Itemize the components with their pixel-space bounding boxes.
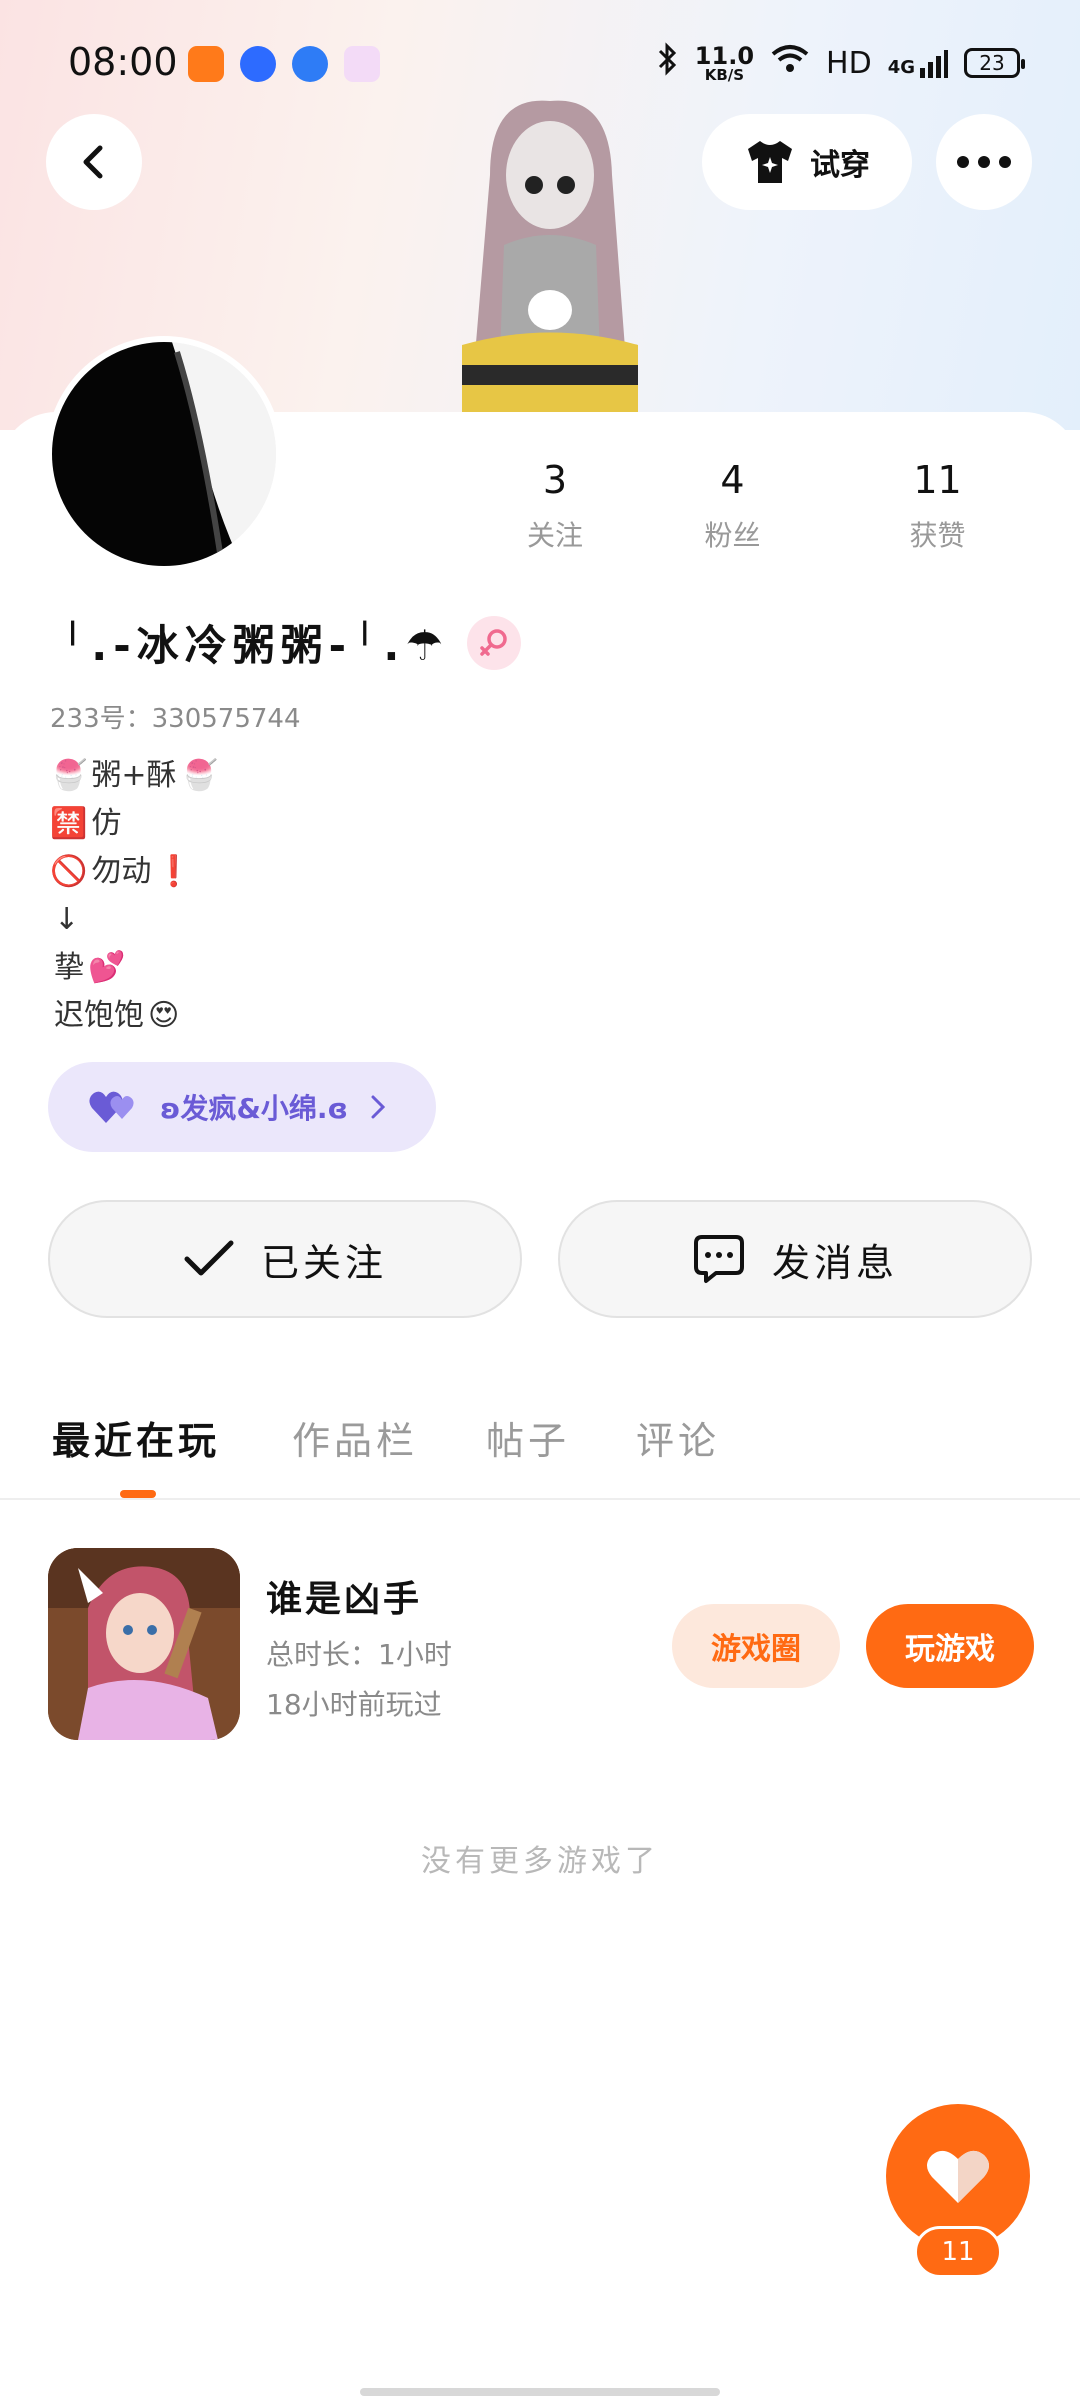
bio-line: 挚 💕 xyxy=(54,950,126,985)
double-heart-icon xyxy=(89,1091,134,1123)
chat-bubble-icon xyxy=(693,1235,744,1283)
tab-recently-played[interactable]: 最近在玩 xyxy=(52,1410,220,1465)
more-options-button[interactable] xyxy=(936,114,1032,210)
try-on-label: 试穿 xyxy=(810,148,870,183)
game-title: 谁是凶手 xyxy=(266,1579,423,1620)
try-on-button[interactable]: 试穿 xyxy=(702,114,912,210)
bio-line: 🚫 勿动 ❗ xyxy=(50,854,193,889)
like-count-badge: 11 xyxy=(914,2226,1002,2278)
bio-line: 🈲 仿 xyxy=(50,806,122,841)
profile-bio: 🍧 粥+酥 🍧 🈲 仿 🚫 勿动 ❗ ↓ 挚 💕 迟饱饱 😍 xyxy=(50,752,218,1040)
play-game-button[interactable]: 玩游戏 xyxy=(866,1604,1034,1688)
bio-line: 🍧 粥+酥 🍧 xyxy=(50,758,218,793)
stat-followers[interactable]: 4 粉丝 xyxy=(630,458,835,554)
status-right-group: 11.0 KB/S HD 4G 23 xyxy=(657,41,1025,84)
profile-tabs: 最近在玩 作品栏 帖子 评论 xyxy=(0,1400,1080,1500)
send-message-button[interactable]: 发消息 xyxy=(558,1200,1032,1318)
home-indicator[interactable] xyxy=(360,2388,720,2396)
profile-stats: 3 关注 4 粉丝 11 获赞 xyxy=(480,458,1040,554)
app-notification-icon xyxy=(188,46,224,82)
signal-icon: 4G xyxy=(888,48,948,78)
female-gender-icon xyxy=(467,615,521,670)
chevron-left-icon xyxy=(83,145,103,179)
avatar[interactable] xyxy=(46,336,282,572)
heart-icon xyxy=(927,2150,989,2203)
bluetooth-icon xyxy=(657,42,679,84)
tab-posts[interactable]: 帖子 xyxy=(486,1410,570,1465)
game-circle-button[interactable]: 游戏圈 xyxy=(672,1604,840,1688)
more-dots-icon xyxy=(957,156,1011,168)
back-button[interactable] xyxy=(46,114,142,210)
relationship-badge[interactable]: ʚ发疯&小绵.ɞ xyxy=(48,1062,436,1152)
game-icon[interactable] xyxy=(48,1548,240,1740)
stat-likes[interactable]: 11 获赞 xyxy=(835,458,1040,554)
profile-name-row: ╵.-冰冷粥粥-╵.☂ xyxy=(60,612,521,673)
chat-notification-icon xyxy=(344,46,380,82)
tab-works[interactable]: 作品栏 xyxy=(292,1410,418,1465)
tab-comments[interactable]: 评论 xyxy=(636,1410,720,1465)
wifi-icon xyxy=(770,44,810,82)
relationship-badge-label: ʚ发疯&小绵.ɞ xyxy=(160,1092,349,1125)
game-total-duration: 总时长：1小时 xyxy=(266,1638,452,1671)
profile-name: ╵.-冰冷粥粥-╵.☂ xyxy=(60,621,449,670)
hd-label: HD xyxy=(826,45,872,81)
status-time: 08:00 xyxy=(68,40,178,84)
tshirt-icon xyxy=(748,141,792,183)
game-last-played: 18小时前玩过 xyxy=(266,1688,442,1721)
followed-button[interactable]: 已关注 xyxy=(48,1200,522,1318)
active-tab-indicator xyxy=(120,1490,156,1498)
avatar-image xyxy=(52,342,276,566)
bio-line: ↓ xyxy=(54,902,80,937)
avatar-3d-figure[interactable] xyxy=(400,95,700,415)
user-id[interactable]: 233号：330575744 xyxy=(50,698,301,735)
chevron-right-icon xyxy=(371,1095,386,1119)
qq-browser-notification-icon xyxy=(292,46,328,82)
status-notification-icons xyxy=(188,46,380,82)
baidu-notification-icon xyxy=(240,46,276,82)
checkmark-icon xyxy=(184,1240,234,1276)
game-meta: 总时长：1小时 18小时前玩过 xyxy=(266,1630,452,1730)
battery-icon: 23 xyxy=(964,48,1025,78)
network-speed: 11.0 KB/S xyxy=(694,41,755,84)
stat-following[interactable]: 3 关注 xyxy=(480,458,630,554)
no-more-games-text: 没有更多游戏了 xyxy=(421,1844,659,1879)
list-item[interactable]: 谁是凶手 总时长：1小时 18小时前玩过 游戏圈 玩游戏 xyxy=(48,1548,1038,1744)
bio-line: 迟饱饱 😍 xyxy=(54,998,180,1033)
